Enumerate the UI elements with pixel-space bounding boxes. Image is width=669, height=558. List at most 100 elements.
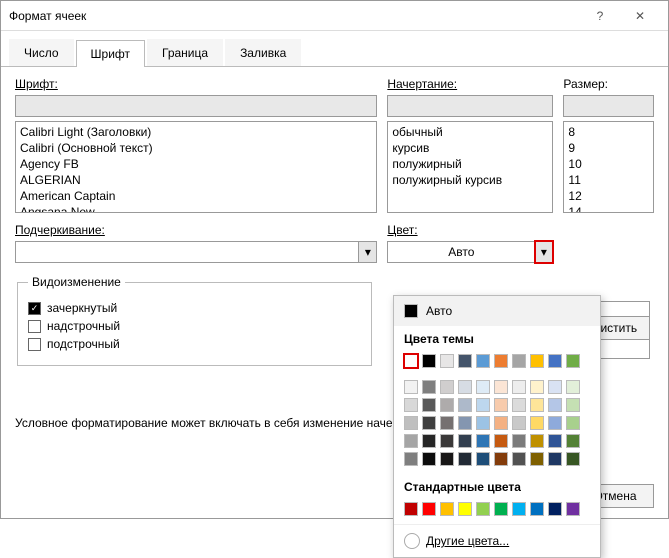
color-swatch[interactable] [530, 434, 544, 448]
color-swatch[interactable] [458, 416, 472, 430]
subscript-checkbox[interactable]: подстрочный [28, 337, 361, 351]
color-swatch[interactable] [458, 452, 472, 466]
underline-field[interactable] [15, 241, 359, 263]
color-swatch[interactable] [566, 416, 580, 430]
color-swatch[interactable] [530, 452, 544, 466]
tab-fill[interactable]: Заливка [225, 39, 301, 66]
chevron-down-icon[interactable]: ▾ [359, 241, 377, 263]
color-swatch[interactable] [440, 354, 454, 368]
color-swatch[interactable] [512, 398, 526, 412]
color-swatch[interactable] [422, 452, 436, 466]
color-swatch[interactable] [404, 380, 418, 394]
font-listbox[interactable]: Calibri Light (Заголовки) Calibri (Основ… [15, 121, 377, 213]
help-button[interactable]: ? [580, 2, 620, 30]
color-swatch[interactable] [512, 434, 526, 448]
strike-checkbox[interactable]: зачеркнутый [28, 301, 361, 315]
color-swatch[interactable] [458, 398, 472, 412]
font-option[interactable]: American Captain [20, 188, 372, 204]
font-option[interactable]: Calibri (Основной текст) [20, 140, 372, 156]
style-option[interactable]: курсив [392, 140, 548, 156]
font-option[interactable]: ALGERIAN [20, 172, 372, 188]
color-swatch[interactable] [512, 502, 526, 516]
font-option[interactable]: Agency FB [20, 156, 372, 172]
color-swatch[interactable] [530, 502, 544, 516]
color-swatch[interactable] [494, 452, 508, 466]
size-option[interactable]: 14 [568, 204, 649, 213]
color-swatch[interactable] [476, 354, 490, 368]
color-swatch[interactable] [476, 380, 490, 394]
color-swatch[interactable] [494, 398, 508, 412]
color-swatch[interactable] [440, 380, 454, 394]
color-auto-option[interactable]: Авто [394, 296, 600, 326]
color-swatch[interactable] [512, 416, 526, 430]
color-swatch[interactable] [458, 354, 472, 368]
color-field[interactable]: Авто [387, 241, 535, 263]
color-swatch[interactable] [494, 502, 508, 516]
font-option[interactable]: Angsana New [20, 204, 372, 213]
color-swatch[interactable] [440, 452, 454, 466]
color-swatch[interactable] [548, 416, 562, 430]
color-swatch[interactable] [566, 434, 580, 448]
color-swatch[interactable] [494, 434, 508, 448]
style-option[interactable]: полужирный [392, 156, 548, 172]
color-swatch[interactable] [404, 416, 418, 430]
color-swatch[interactable] [548, 434, 562, 448]
color-swatch[interactable] [530, 416, 544, 430]
more-colors-option[interactable]: Другие цвета... [394, 524, 600, 557]
color-swatch[interactable] [530, 354, 544, 368]
color-swatch[interactable] [440, 416, 454, 430]
color-swatch[interactable] [440, 434, 454, 448]
color-swatch[interactable] [476, 398, 490, 412]
color-swatch[interactable] [440, 398, 454, 412]
color-swatch[interactable] [404, 502, 418, 516]
color-swatch[interactable] [422, 354, 436, 368]
color-swatch[interactable] [530, 398, 544, 412]
color-swatch[interactable] [548, 502, 562, 516]
size-option[interactable]: 10 [568, 156, 649, 172]
color-swatch[interactable] [512, 354, 526, 368]
color-swatch[interactable] [548, 398, 562, 412]
color-swatch[interactable] [422, 380, 436, 394]
color-swatch[interactable] [566, 398, 580, 412]
style-listbox[interactable]: обычный курсив полужирный полужирный кур… [387, 121, 553, 213]
color-swatch[interactable] [458, 502, 472, 516]
color-swatch[interactable] [422, 398, 436, 412]
color-swatch[interactable] [440, 502, 454, 516]
style-input[interactable] [387, 95, 553, 117]
tab-border[interactable]: Граница [147, 39, 223, 66]
color-swatch[interactable] [458, 380, 472, 394]
color-swatch[interactable] [548, 380, 562, 394]
size-option[interactable]: 9 [568, 140, 649, 156]
size-option[interactable]: 8 [568, 124, 649, 140]
color-swatch[interactable] [404, 354, 418, 368]
font-input[interactable] [15, 95, 377, 117]
underline-dropdown[interactable]: ▾ [15, 241, 377, 263]
color-dropdown[interactable]: Авто ▾ [387, 241, 553, 263]
color-swatch[interactable] [404, 452, 418, 466]
color-swatch[interactable] [566, 502, 580, 516]
superscript-checkbox[interactable]: надстрочный [28, 319, 361, 333]
color-swatch[interactable] [512, 452, 526, 466]
size-listbox[interactable]: 8 9 10 11 12 14 [563, 121, 654, 213]
color-swatch[interactable] [422, 434, 436, 448]
color-swatch[interactable] [458, 434, 472, 448]
style-option[interactable]: обычный [392, 124, 548, 140]
color-swatch[interactable] [404, 434, 418, 448]
color-swatch[interactable] [566, 380, 580, 394]
color-swatch[interactable] [404, 398, 418, 412]
color-swatch[interactable] [566, 354, 580, 368]
chevron-down-icon[interactable]: ▾ [535, 241, 553, 263]
color-swatch[interactable] [422, 416, 436, 430]
tab-font[interactable]: Шрифт [76, 40, 145, 67]
color-swatch[interactable] [512, 380, 526, 394]
color-swatch[interactable] [566, 452, 580, 466]
color-swatch[interactable] [422, 502, 436, 516]
size-option[interactable]: 12 [568, 188, 649, 204]
style-option[interactable]: полужирный курсив [392, 172, 548, 188]
color-swatch[interactable] [530, 380, 544, 394]
color-swatch[interactable] [548, 354, 562, 368]
font-option[interactable]: Calibri Light (Заголовки) [20, 124, 372, 140]
size-input[interactable] [563, 95, 654, 117]
color-swatch[interactable] [476, 416, 490, 430]
color-swatch[interactable] [494, 416, 508, 430]
